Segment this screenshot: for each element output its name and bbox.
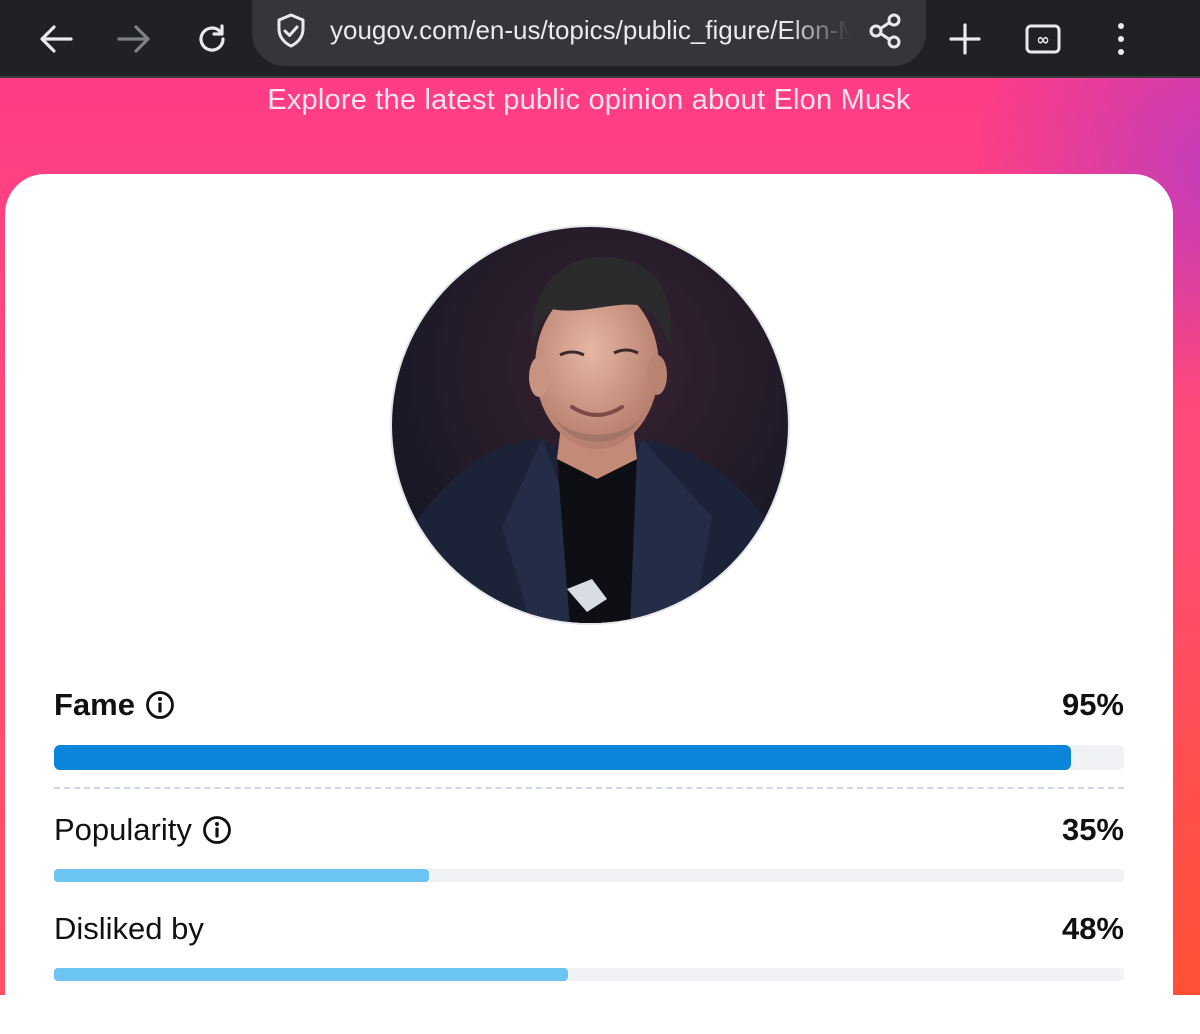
info-icon[interactable] (202, 815, 232, 845)
public-figure-photo (392, 227, 788, 623)
disliked-by-label: Disliked by (54, 911, 204, 946)
popularity-bar-fill (54, 869, 429, 882)
avatar (390, 225, 790, 625)
shield-check-icon[interactable] (274, 11, 308, 56)
disliked-by-bar-fill (54, 968, 568, 981)
browser-toolbar: yougov.com/en-us/topics/public_figure/El… (0, 0, 1200, 78)
address-bar[interactable]: yougov.com/en-us/topics/public_figure/El… (252, 0, 926, 66)
reload-icon[interactable] (182, 0, 242, 78)
metric-label-popularity: Popularity (54, 810, 232, 850)
profile-card: Fame 95% Popularity 35% Disliked by 48% (5, 174, 1173, 1034)
forward-arrow-icon[interactable] (104, 0, 164, 78)
popularity-value: 35% (1061, 812, 1124, 847)
info-icon[interactable] (145, 690, 175, 720)
fame-bar-fill (54, 745, 1071, 770)
url-text[interactable]: yougov.com/en-us/topics/public_figure/El… (330, 14, 850, 46)
back-arrow-icon[interactable] (26, 0, 86, 78)
plus-icon[interactable] (935, 0, 995, 78)
share-icon[interactable] (868, 11, 902, 56)
tab-switcher-icon[interactable]: ∞ (1013, 0, 1073, 78)
fame-value: 95% (1061, 687, 1124, 722)
popularity-bar-track (54, 869, 1124, 882)
divider (54, 787, 1124, 789)
fame-label: Fame (54, 687, 135, 722)
more-vert-icon[interactable] (1091, 0, 1151, 78)
metric-label-fame: Fame (54, 685, 175, 725)
disliked-by-value: 48% (1061, 911, 1124, 946)
disliked-by-bar-track (54, 968, 1124, 981)
fame-bar-track (54, 745, 1124, 770)
page-subtitle: Explore the latest public opinion about … (267, 84, 911, 116)
tabs-count: ∞ (1036, 30, 1049, 49)
metric-label-disliked-by: Disliked by (54, 909, 204, 949)
popularity-label: Popularity (54, 812, 192, 847)
